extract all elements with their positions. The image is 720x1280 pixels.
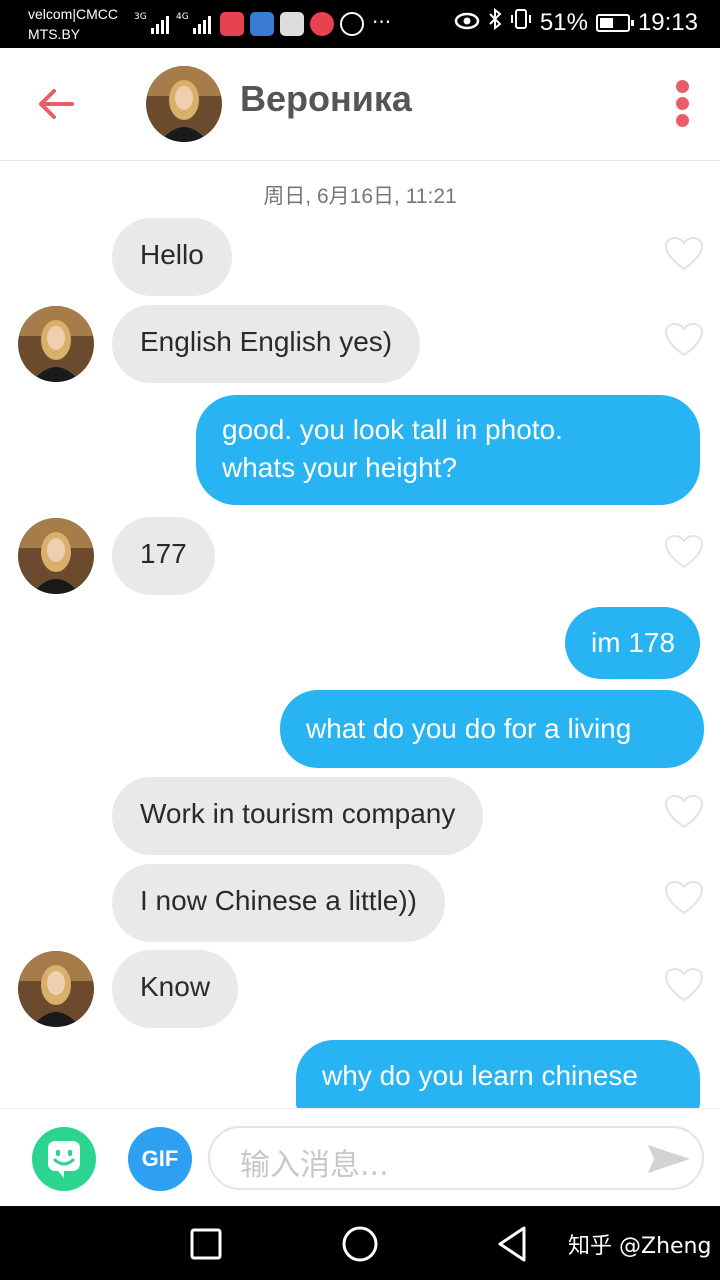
chat-header: Вероника [0,48,720,161]
like-heart-icon[interactable] [664,236,704,272]
send-icon[interactable] [646,1142,692,1176]
carrier-line-1: velcom|CMCC [28,6,118,22]
message-received[interactable]: English English yes) [112,305,421,383]
bluetooth-icon [488,7,502,37]
message-sent[interactable]: what do you do for a living [280,690,704,768]
like-heart-icon[interactable] [664,322,704,358]
emoji-face-icon[interactable] [32,1127,96,1191]
app-notification-icon [310,12,334,36]
message-sent[interactable]: good. you look tall in photo. whats your… [196,395,700,505]
network-type-1: 3G [134,12,147,22]
app-notification-icon [250,12,274,36]
like-heart-icon[interactable] [664,534,704,570]
battery-icon [595,13,634,32]
chat-timestamp: 周日, 6月16日, 11:21 [263,185,457,208]
more-options-icon[interactable] [666,80,698,128]
vibrate-icon [510,8,532,37]
carrier-info: velcom|CMCC MTS.BY [28,4,118,44]
battery-percent: 51% [539,8,588,36]
message-input-placeholder: 输入消息... [240,1148,389,1183]
eye-icon [454,9,480,37]
signal-4g-icon: 4G [176,12,211,34]
clock: 19:13 [637,8,698,36]
back-arrow-icon[interactable] [34,82,78,126]
back-nav-icon[interactable] [492,1224,532,1264]
contact-avatar-small[interactable] [18,518,94,594]
carrier-line-2: MTS.BY [28,26,81,42]
like-heart-icon[interactable] [664,880,704,916]
system-nav-bar: 知乎 @Zheng [0,1206,720,1280]
message-received[interactable]: 177 [112,517,215,595]
recent-apps-icon[interactable] [186,1224,226,1264]
message-received[interactable]: Know [112,950,239,1028]
signal-3g-icon: 3G [134,12,169,34]
message-input-bar: GIF 输入消息... [0,1108,720,1207]
app-notification-icon [220,12,244,36]
contact-avatar[interactable] [146,66,222,142]
message-input[interactable]: 输入消息... [208,1126,704,1190]
network-type-2: 4G [176,12,189,22]
message-received[interactable]: I now Chinese a little)) [112,864,446,942]
contact-name: Вероника [240,78,412,119]
more-notifications-icon: ··· [372,10,392,34]
like-heart-icon[interactable] [664,794,704,830]
message-line: whats your height? [222,452,458,483]
gif-button[interactable]: GIF [128,1127,192,1191]
message-line: good. you look tall in photo. [222,414,563,445]
gmail-icon [280,12,304,36]
like-heart-icon[interactable] [664,967,704,1003]
message-sent[interactable]: im 178 [565,607,700,679]
contact-avatar-small[interactable] [18,951,94,1027]
message-received[interactable]: Hello [112,218,232,296]
status-right: 51% 19:13 [454,7,698,37]
contact-avatar-small[interactable] [18,306,94,382]
status-bar: velcom|CMCC MTS.BY 3G 4G ··· 51% 19:13 [0,0,720,48]
message-received[interactable]: Work in tourism company [112,777,484,855]
watermark: 知乎 @Zheng [568,1234,712,1259]
message-sent[interactable]: why do you learn chinese [296,1040,700,1112]
home-icon[interactable] [340,1224,380,1264]
globe-icon [340,12,364,36]
